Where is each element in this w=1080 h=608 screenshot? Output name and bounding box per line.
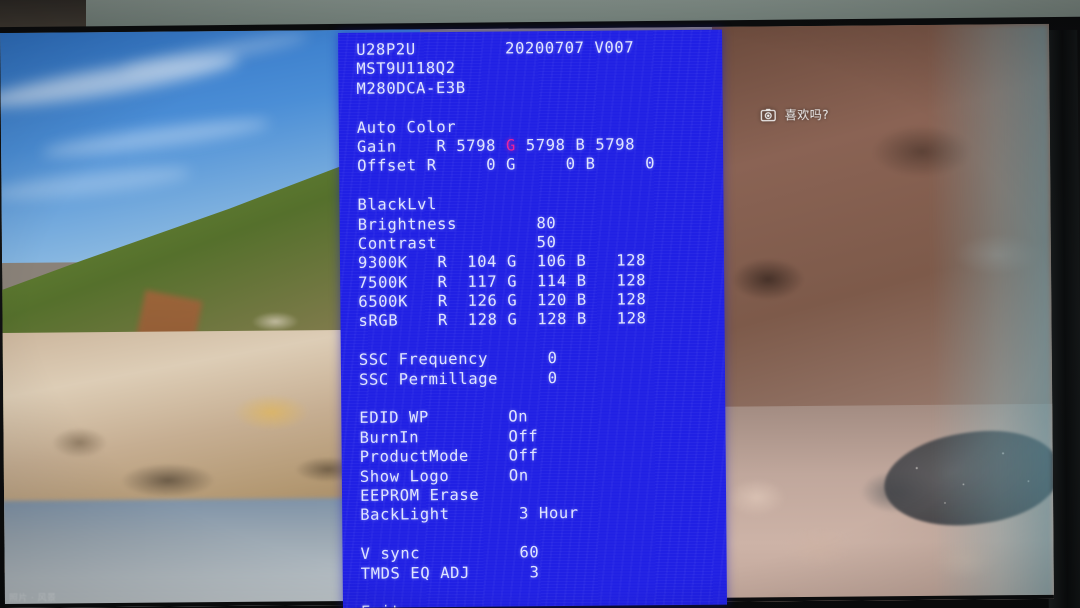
osd-gain-prefix: Gain R 5798 (356, 136, 507, 156)
wallpaper-watermark: 喜欢吗? (760, 106, 830, 124)
watermark-text: 喜欢吗? (784, 107, 830, 123)
osd-gain-green-selected[interactable]: G (506, 136, 516, 154)
wallpaper-corner-text: 照片 · 风景 (8, 593, 57, 604)
monitor-photo-scene: 喜欢吗? 照片 · 风景 U28P2U 20200707 V007 MST9U1… (0, 0, 1080, 608)
osd-gain-suffix: 5798 B 5798 (515, 135, 636, 155)
camera-icon (760, 108, 776, 122)
osd-content: U28P2U 20200707 V007 MST9U118Q2 M280DCA-… (356, 38, 721, 608)
screen-glare (928, 23, 1054, 600)
wallpaper-beach (0, 497, 386, 608)
service-osd-menu[interactable]: U28P2U 20200707 V007 MST9U118Q2 M280DCA-… (338, 29, 728, 608)
